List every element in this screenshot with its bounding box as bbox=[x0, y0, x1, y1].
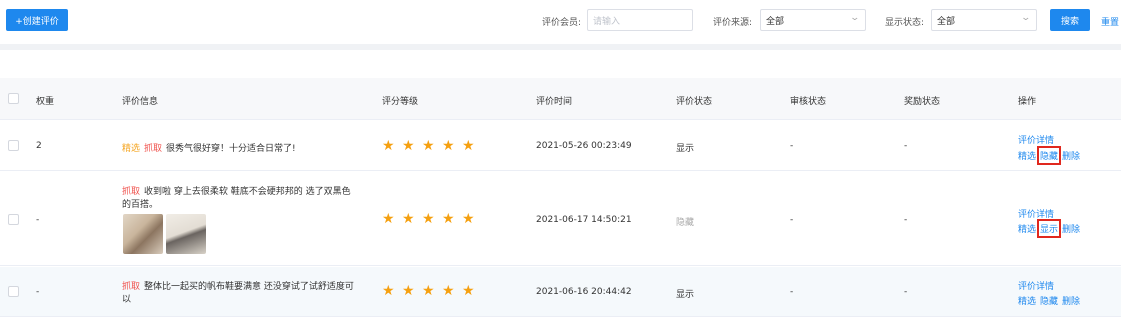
star-icon: ★ bbox=[462, 211, 475, 227]
review-detail-link[interactable]: 评价详情 bbox=[1018, 133, 1054, 146]
star-icon: ★ bbox=[442, 283, 455, 299]
hide-link[interactable]: 隐藏 bbox=[1040, 294, 1058, 307]
review-photo[interactable] bbox=[166, 214, 206, 254]
delete-link[interactable]: 删除 bbox=[1062, 222, 1080, 235]
member-filter-label: 评价会员: bbox=[542, 18, 582, 28]
section-divider bbox=[0, 44, 1121, 50]
review-detail-link[interactable]: 评价详情 bbox=[1018, 279, 1054, 292]
audit-status: - bbox=[790, 287, 794, 297]
header-audit-status: 审核状态 bbox=[790, 97, 827, 107]
source-filter-label: 评价来源: bbox=[713, 18, 753, 28]
weight-value: - bbox=[36, 215, 40, 225]
review-content-continued: 以 bbox=[122, 295, 132, 305]
feature-link[interactable]: 精选 bbox=[1018, 149, 1036, 162]
header-rating: 评分等级 bbox=[382, 97, 419, 107]
rating-stars: ★ ★ ★ ★ ★ bbox=[382, 139, 477, 153]
star-icon: ★ bbox=[422, 211, 435, 227]
rating-stars: ★ ★ ★ ★ ★ bbox=[382, 212, 477, 226]
status-select[interactable]: 全部 ⌄ bbox=[931, 9, 1037, 31]
hide-link[interactable]: 隐藏 bbox=[1037, 146, 1062, 165]
star-icon: ★ bbox=[402, 138, 415, 154]
feature-link[interactable]: 精选 bbox=[1018, 222, 1036, 235]
review-time: 2021-05-26 00:23:49 bbox=[536, 141, 632, 151]
header-weight: 权重 bbox=[36, 97, 55, 107]
create-review-button[interactable]: +创建评价 bbox=[6, 9, 68, 31]
review-time: 2021-06-17 14:50:21 bbox=[536, 215, 632, 225]
weight-value: - bbox=[36, 287, 40, 297]
reward-status: - bbox=[904, 141, 908, 151]
grab-tag: 抓取 bbox=[122, 282, 141, 292]
review-content-continued: 的百搭。 bbox=[122, 200, 159, 210]
rating-stars: ★ ★ ★ ★ ★ bbox=[382, 284, 477, 298]
show-link[interactable]: 显示 bbox=[1037, 219, 1062, 238]
review-content: 很秀气很好穿！十分适合日常了! bbox=[166, 144, 296, 154]
status-select-value: 全部 bbox=[937, 16, 956, 27]
reward-status: - bbox=[904, 215, 908, 225]
star-icon: ★ bbox=[462, 138, 475, 154]
review-status: 显示 bbox=[676, 144, 695, 154]
review-status: 显示 bbox=[676, 290, 695, 300]
header-time: 评价时间 bbox=[536, 97, 573, 107]
search-button[interactable]: 搜索 bbox=[1050, 9, 1090, 31]
member-input[interactable]: 请输入 bbox=[587, 9, 693, 31]
review-status: 隐藏 bbox=[676, 218, 695, 228]
row-actions: 精选 隐藏 删除 bbox=[1018, 294, 1080, 307]
filter-toolbar: +创建评价 评价会员: 请输入 评价来源: 全部 ⌄ 显示状态: 全部 ⌄ 搜索… bbox=[0, 0, 1121, 44]
reset-button[interactable]: 重置 bbox=[1101, 15, 1119, 28]
row-actions: 精选 显示 删除 bbox=[1018, 219, 1080, 238]
delete-link[interactable]: 删除 bbox=[1062, 294, 1080, 307]
review-text: 抓取 整体比一起买的帆布鞋要满意 还没穿试了试舒适度可 bbox=[122, 279, 354, 292]
header-reward-status: 奖励状态 bbox=[904, 97, 941, 107]
chevron-down-icon: ⌄ bbox=[1020, 13, 1032, 23]
review-text: 精选 抓取 很秀气很好穿！十分适合日常了! bbox=[122, 141, 296, 154]
delete-link[interactable]: 删除 bbox=[1062, 149, 1080, 162]
star-icon: ★ bbox=[442, 138, 455, 154]
row-checkbox[interactable] bbox=[8, 214, 19, 225]
audit-status: - bbox=[790, 215, 794, 225]
star-icon: ★ bbox=[422, 138, 435, 154]
chevron-down-icon: ⌄ bbox=[849, 13, 861, 23]
source-select-value: 全部 bbox=[766, 16, 785, 27]
status-filter-label: 显示状态: bbox=[885, 18, 925, 28]
star-icon: ★ bbox=[442, 211, 455, 227]
table-row: - 抓取 收到啦 穿上去很柔软 鞋底不会硬邦邦的 选了双黑色 的百搭。 ★ ★ ★… bbox=[0, 172, 1121, 266]
star-icon: ★ bbox=[402, 211, 415, 227]
review-text: 抓取 收到啦 穿上去很柔软 鞋底不会硬邦邦的 选了双黑色 bbox=[122, 184, 351, 197]
select-all-checkbox[interactable] bbox=[8, 93, 19, 104]
review-content: 整体比一起买的帆布鞋要满意 还没穿试了试舒适度可 bbox=[144, 282, 354, 292]
review-detail-link[interactable]: 评价详情 bbox=[1018, 207, 1054, 220]
review-content: 收到啦 穿上去很柔软 鞋底不会硬邦邦的 选了双黑色 bbox=[144, 187, 351, 197]
star-icon: ★ bbox=[402, 283, 415, 299]
reward-status: - bbox=[904, 287, 908, 297]
star-icon: ★ bbox=[462, 283, 475, 299]
audit-status: - bbox=[790, 141, 794, 151]
star-icon: ★ bbox=[382, 211, 395, 227]
featured-tag: 精选 bbox=[122, 144, 141, 154]
star-icon: ★ bbox=[382, 283, 395, 299]
member-input-placeholder: 请输入 bbox=[593, 16, 621, 27]
row-actions: 精选 隐藏 删除 bbox=[1018, 146, 1080, 165]
review-time: 2021-06-16 20:44:42 bbox=[536, 287, 632, 297]
table-header: 权重 评价信息 评分等级 评价时间 评价状态 审核状态 奖励状态 操作 bbox=[0, 78, 1121, 120]
grab-tag: 抓取 bbox=[144, 144, 163, 154]
row-checkbox[interactable] bbox=[8, 140, 19, 151]
grab-tag: 抓取 bbox=[122, 187, 141, 197]
review-photo[interactable] bbox=[123, 214, 163, 254]
header-info: 评价信息 bbox=[122, 97, 159, 107]
table-row: 2 精选 抓取 很秀气很好穿！十分适合日常了! ★ ★ ★ ★ ★ 2021-05-… bbox=[0, 121, 1121, 171]
table-row: - 抓取 整体比一起买的帆布鞋要满意 还没穿试了试舒适度可 以 ★ ★ ★ ★ ★… bbox=[0, 267, 1121, 317]
feature-link[interactable]: 精选 bbox=[1018, 294, 1036, 307]
source-select[interactable]: 全部 ⌄ bbox=[760, 9, 866, 31]
header-actions: 操作 bbox=[1018, 97, 1037, 107]
star-icon: ★ bbox=[422, 283, 435, 299]
weight-value: 2 bbox=[36, 141, 42, 151]
header-review-status: 评价状态 bbox=[676, 97, 713, 107]
star-icon: ★ bbox=[382, 138, 395, 154]
row-checkbox[interactable] bbox=[8, 286, 19, 297]
